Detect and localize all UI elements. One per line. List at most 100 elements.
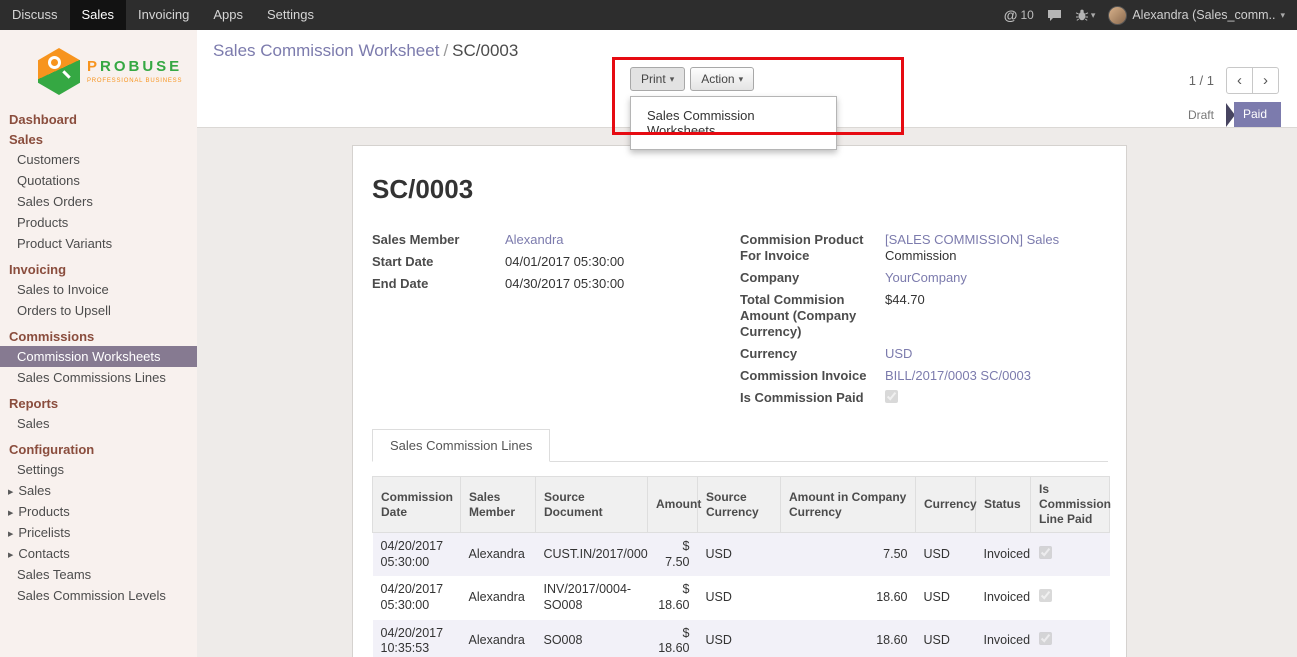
status-bar: Draft Paid bbox=[1188, 102, 1281, 127]
sidebar-section-invoicing[interactable]: Invoicing bbox=[0, 259, 197, 279]
cell-source: INV/2017/0004-SO008 bbox=[536, 576, 648, 619]
notebook: Sales Commission Lines Commission Date S… bbox=[372, 429, 1108, 657]
sidebar-item-label: Products bbox=[18, 504, 69, 519]
cell-member: Alexandra bbox=[461, 620, 536, 657]
field-label: Is Commission Paid bbox=[740, 390, 885, 407]
sidebar-section-commissions[interactable]: Commissions bbox=[0, 326, 197, 346]
column-header-source-document: Source Document bbox=[536, 477, 648, 533]
field-total-commission: Total Commision Amount (Company Currency… bbox=[740, 292, 1108, 340]
cell-date: 04/20/2017 10:35:53 bbox=[373, 620, 461, 657]
cell-status: Invoiced bbox=[976, 576, 1031, 619]
mention-count: 10 bbox=[1020, 8, 1033, 22]
sidebar-item-contacts[interactable]: ▶Contacts bbox=[0, 543, 197, 564]
commission-lines-table: Commission Date Sales Member Source Docu… bbox=[372, 476, 1110, 657]
sidebar-item-sales-to-invoice[interactable]: Sales to Invoice bbox=[0, 279, 197, 300]
commission-product-link[interactable]: [SALES COMMISSION] Sales bbox=[885, 232, 1059, 247]
left-sidebar: PROBUSE PROFESSIONAL BUSINESS Dashboard … bbox=[0, 30, 197, 657]
submenu-arrow-icon: ▶ bbox=[8, 509, 13, 517]
sidebar-item-products[interactable]: Products bbox=[0, 212, 197, 233]
magnifier-icon bbox=[48, 56, 61, 69]
menu-apps[interactable]: Apps bbox=[201, 0, 255, 30]
sidebar-item-config-products[interactable]: ▶ Products bbox=[0, 501, 197, 522]
cell-date: 04/20/2017 05:30:00 bbox=[373, 533, 461, 577]
tab-sales-commission-lines[interactable]: Sales Commission Lines bbox=[372, 429, 550, 462]
right-field-group: Commision Product For Invoice [SALES COM… bbox=[740, 232, 1108, 413]
sidebar-section-sales[interactable]: Sales bbox=[0, 129, 197, 149]
cell-paid bbox=[1031, 533, 1110, 577]
currency-link[interactable]: USD bbox=[885, 346, 912, 362]
sidebar-item-pricelists[interactable]: ▶Pricelists bbox=[0, 522, 197, 543]
left-field-group: Sales Member Alexandra Start Date 04/01/… bbox=[372, 232, 740, 413]
company-link[interactable]: YourCompany bbox=[885, 270, 967, 286]
logo-text: PROBUSE bbox=[87, 59, 182, 76]
menu-discuss[interactable]: Discuss bbox=[0, 0, 70, 30]
sidebar-item-sales-commissions-lines[interactable]: Sales Commissions Lines bbox=[0, 367, 197, 388]
commission-invoice-link[interactable]: BILL/2017/0003 SC/0003 bbox=[885, 368, 1031, 384]
user-menu-button[interactable]: Alexandra (Sales_comm.. ▾ bbox=[1108, 6, 1285, 25]
sidebar-item-quotations[interactable]: Quotations bbox=[0, 170, 197, 191]
action-button[interactable]: Action ▾ bbox=[690, 67, 754, 91]
column-header-commission-date: Commission Date bbox=[373, 477, 461, 533]
field-label: Commission Invoice bbox=[740, 368, 885, 384]
main-area: Sales Commission Worksheet/SC/0003 Print… bbox=[197, 30, 1297, 657]
sidebar-item-customers[interactable]: Customers bbox=[0, 149, 197, 170]
sidebar-item-label: Sales bbox=[18, 483, 51, 498]
tab-bar: Sales Commission Lines bbox=[372, 429, 1108, 462]
table-row[interactable]: 04/20/2017 05:30:00 Alexandra INV/2017/0… bbox=[373, 576, 1110, 619]
sidebar-item-dashboard[interactable]: Dashboard bbox=[0, 109, 197, 129]
sidebar-item-orders-to-upsell[interactable]: Orders to Upsell bbox=[0, 300, 197, 321]
sidebar-item-sales-teams[interactable]: Sales Teams bbox=[0, 564, 197, 585]
print-button-label: Print bbox=[641, 72, 666, 86]
sidebar-section-reports[interactable]: Reports bbox=[0, 393, 197, 413]
sidebar-item-commission-worksheets[interactable]: Commission Worksheets bbox=[0, 346, 197, 367]
column-header-currency: Currency bbox=[916, 477, 976, 533]
pager: 1 / 1 ‹ › bbox=[1189, 67, 1279, 94]
sidebar-item-reports-sales[interactable]: Sales bbox=[0, 413, 197, 434]
debug-menu-button[interactable]: ▾ bbox=[1075, 9, 1096, 22]
top-navbar: Discuss Sales Invoicing Apps Settings @ … bbox=[0, 0, 1297, 30]
mentions-button[interactable]: @ 10 bbox=[1004, 7, 1034, 23]
cell-source: SO008 bbox=[536, 620, 648, 657]
cell-status: Invoiced bbox=[976, 620, 1031, 657]
user-name: Alexandra (Sales_comm.. bbox=[1132, 8, 1275, 22]
sidebar-item-settings[interactable]: Settings bbox=[0, 459, 197, 480]
messages-button[interactable] bbox=[1047, 9, 1062, 22]
cell-paid bbox=[1031, 576, 1110, 619]
top-menu: Discuss Sales Invoicing Apps Settings bbox=[0, 0, 326, 30]
menu-settings[interactable]: Settings bbox=[255, 0, 326, 30]
breadcrumb-parent-link[interactable]: Sales Commission Worksheet bbox=[213, 41, 439, 60]
status-draft[interactable]: Draft bbox=[1188, 108, 1214, 122]
sidebar-item-product-variants[interactable]: Product Variants bbox=[0, 233, 197, 254]
table-row[interactable]: 04/20/2017 10:35:53 Alexandra SO008 $ 18… bbox=[373, 620, 1110, 657]
probuse-logo: PROBUSE PROFESSIONAL BUSINESS bbox=[0, 30, 197, 107]
cell-member: Alexandra bbox=[461, 576, 536, 619]
status-paid-badge[interactable]: Paid bbox=[1234, 102, 1281, 127]
menu-sales[interactable]: Sales bbox=[70, 0, 127, 30]
sidebar-item-sales-commission-levels[interactable]: Sales Commission Levels bbox=[0, 585, 197, 606]
dropdown-item-sales-commission-worksheets[interactable]: Sales Commission Worksheets bbox=[631, 102, 836, 144]
print-button[interactable]: Print ▾ bbox=[630, 67, 685, 91]
line-paid-checkbox bbox=[1039, 589, 1052, 602]
pager-buttons: ‹ › bbox=[1226, 67, 1279, 94]
menu-invoicing[interactable]: Invoicing bbox=[126, 0, 201, 30]
field-label: Company bbox=[740, 270, 885, 286]
is-commission-paid-checkbox[interactable] bbox=[885, 390, 898, 403]
pager-next-button[interactable]: › bbox=[1252, 67, 1279, 94]
sidebar-item-config-sales[interactable]: ▶Sales bbox=[0, 480, 197, 501]
pager-previous-button[interactable]: ‹ bbox=[1226, 67, 1253, 94]
chat-bubble-icon bbox=[1047, 9, 1062, 22]
screen: { "colors": { "accent_link": "#7c7bad", … bbox=[0, 0, 1297, 657]
field-start-date: Start Date 04/01/2017 05:30:00 bbox=[372, 254, 740, 270]
cell-amount: $ 7.50 bbox=[648, 533, 698, 577]
field-label: Currency bbox=[740, 346, 885, 362]
table-row[interactable]: 04/20/2017 05:30:00 Alexandra CUST.IN/20… bbox=[373, 533, 1110, 577]
sales-member-link[interactable]: Alexandra bbox=[505, 232, 564, 248]
sidebar-item-sales-orders[interactable]: Sales Orders bbox=[0, 191, 197, 212]
submenu-arrow-icon: ▶ bbox=[8, 530, 13, 538]
cell-source: CUST.IN/2017/0001 bbox=[536, 533, 648, 577]
breadcrumb: Sales Commission Worksheet/SC/0003 bbox=[213, 41, 518, 61]
field-label: Sales Member bbox=[372, 232, 505, 248]
print-dropdown-menu: Sales Commission Worksheets bbox=[630, 96, 837, 150]
submenu-arrow-icon: ▶ bbox=[8, 551, 13, 559]
sidebar-section-configuration[interactable]: Configuration bbox=[0, 439, 197, 459]
